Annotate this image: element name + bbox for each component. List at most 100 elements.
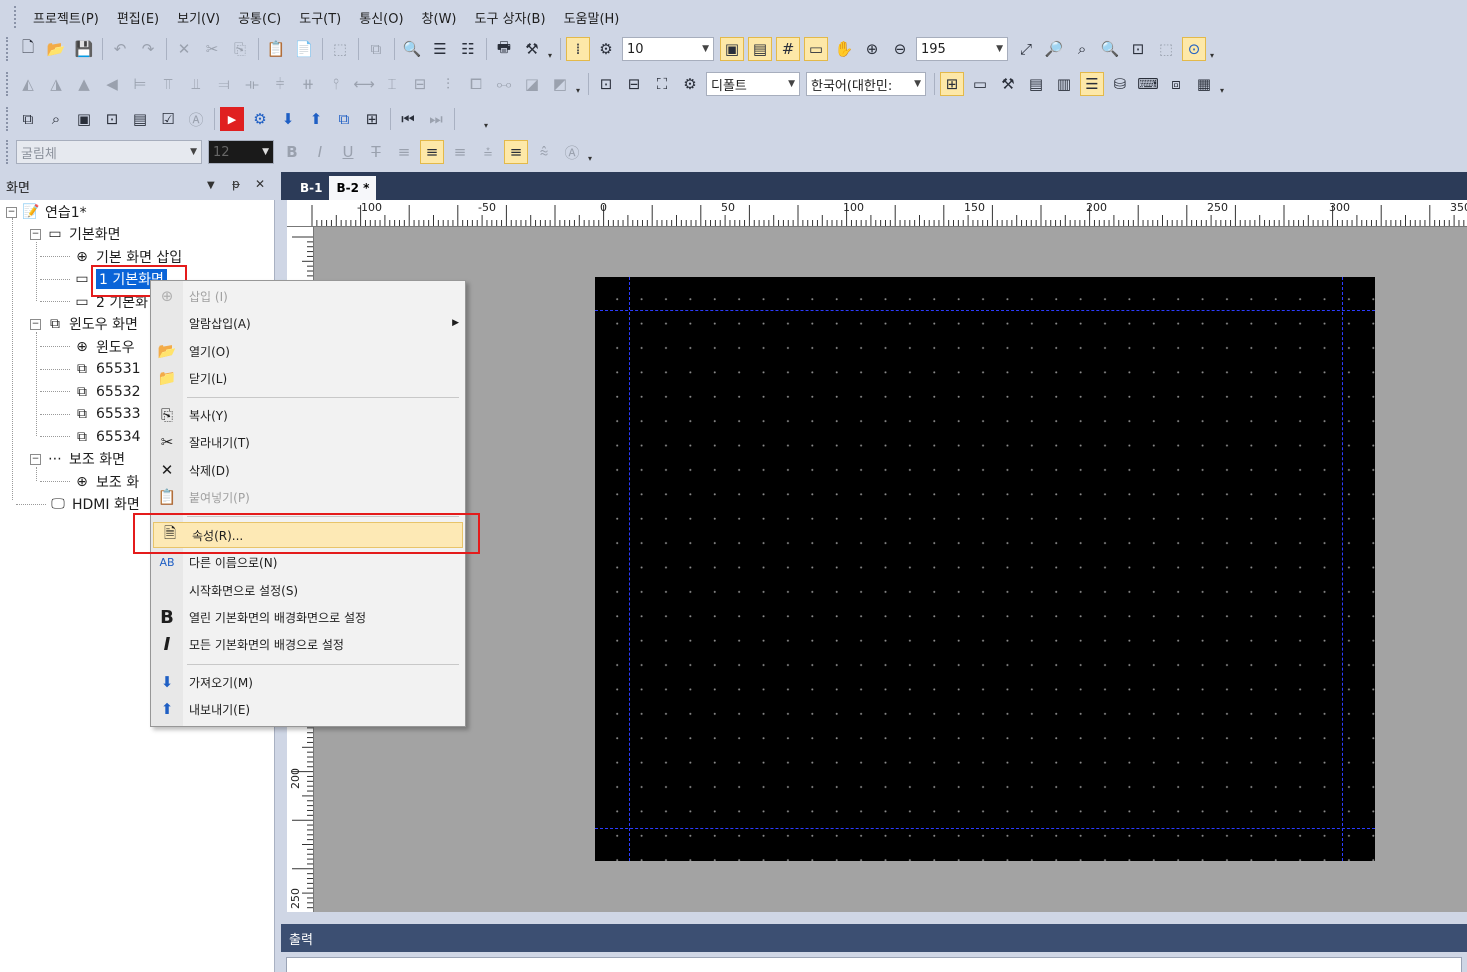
menu-item-close[interactable]: 📁 닫기(L) <box>151 365 465 391</box>
id-icon[interactable]: ⊡ <box>594 72 618 96</box>
underline-icon[interactable]: U <box>336 140 360 164</box>
toolbar-grip[interactable] <box>6 37 10 61</box>
table-icon[interactable]: ▦ <box>1192 72 1216 96</box>
first-page-icon[interactable]: ⏮ <box>396 107 420 131</box>
zoom-page-icon[interactable]: 🔍 <box>1098 37 1122 61</box>
paste-special-icon[interactable]: 📄 <box>292 37 316 61</box>
text-align-right-icon[interactable]: ≡ <box>448 140 472 164</box>
ungroup-icon[interactable]: ⧉ <box>364 37 388 61</box>
print-icon[interactable]: 🖶 <box>492 37 516 61</box>
menu-item-export[interactable]: ⬆ 내보내기(E) <box>151 696 465 722</box>
library-icon[interactable]: ⛁ <box>1108 72 1132 96</box>
menu-help[interactable]: 도움말(H) <box>555 8 629 27</box>
tool-settings-icon[interactable]: ⚒ <box>520 37 544 61</box>
undo-icon[interactable]: ↶ <box>108 37 132 61</box>
collapse-icon[interactable]: − <box>30 453 41 465</box>
toolbar-grip[interactable] <box>6 107 10 131</box>
italic-icon[interactable]: I <box>308 140 332 164</box>
zoom-out-icon[interactable]: ⊖ <box>888 37 912 61</box>
menu-item-import[interactable]: ⬇ 가져오기(M) <box>151 669 465 695</box>
panel-close-icon[interactable]: ✕ <box>255 177 265 191</box>
group-icon[interactable]: ⬚ <box>328 37 352 61</box>
object-search-icon[interactable]: ⌕ <box>44 107 68 131</box>
bold-icon[interactable]: B <box>280 140 304 164</box>
tree-sub-screens[interactable]: − ⋯ 보조 화면 <box>30 448 125 470</box>
backward-icon[interactable]: ◩ <box>548 72 572 96</box>
distribute-h-icon[interactable]: ⧺ <box>296 72 320 96</box>
same-size-icon[interactable]: ⊟ <box>408 72 432 96</box>
multi-view-icon[interactable]: ⊞ <box>360 107 384 131</box>
same-height-icon[interactable]: ⌶ <box>380 72 404 96</box>
script-icon[interactable]: ⧈ <box>1164 72 1188 96</box>
align-left-icon[interactable]: ⊨ <box>128 72 152 96</box>
cut-icon[interactable]: ✂ <box>200 37 224 61</box>
tree-hdmi-screen[interactable]: 🖵 HDMI 화면 <box>48 493 139 515</box>
menubar-grip[interactable] <box>14 6 18 28</box>
upload-icon[interactable]: ⬆ <box>304 107 328 131</box>
tab-b2[interactable]: B-2 * <box>329 176 377 200</box>
menu-item-set-bg-open[interactable]: B 열린 기본화면의 배경화면으로 설정 <box>151 604 465 630</box>
dropdown-arrow-icon[interactable]: ▾ <box>548 51 552 60</box>
paste-icon[interactable]: 📋 <box>264 37 288 61</box>
menu-toolbox[interactable]: 도구 상자(B) <box>466 8 555 27</box>
bring-front-icon[interactable]: ⧠ <box>464 72 488 96</box>
open-folder-icon[interactable]: 📂 <box>44 37 68 61</box>
grid-settings-icon[interactable]: ⚙ <box>594 37 618 61</box>
align-left-triangle-icon[interactable]: ◭ <box>16 72 40 96</box>
text-align-bottom-icon[interactable]: ⩯ <box>532 140 556 164</box>
menu-item-paste[interactable]: 📋 붙여넣기(P) <box>151 484 465 510</box>
list-search-icon[interactable]: ☷ <box>456 37 480 61</box>
text-align-top-icon[interactable]: ⩮ <box>476 140 500 164</box>
zoom-area-icon[interactable]: ⬚ <box>1154 37 1178 61</box>
collapse-icon[interactable]: − <box>6 206 17 218</box>
font-combo[interactable]: 굴림체 ▼ <box>16 140 202 164</box>
last-page-icon[interactable]: ⏭ <box>424 107 448 131</box>
property-icon[interactable]: ▥ <box>1052 72 1076 96</box>
panel-dropdown-icon[interactable]: ▼ <box>207 180 215 191</box>
menu-comm[interactable]: 통신(O) <box>350 8 412 27</box>
find-icon[interactable]: 🔍 <box>400 37 424 61</box>
tag-icon[interactable]: ⛶ <box>650 72 674 96</box>
zoom-fit-icon[interactable]: ⤢ <box>1014 37 1038 61</box>
menu-item-copy[interactable]: ⎘ 복사(Y) <box>151 402 465 428</box>
align-center-v-icon[interactable]: ⫩ <box>268 72 292 96</box>
screen-icon[interactable]: ▭ <box>968 72 992 96</box>
redo-icon[interactable]: ↷ <box>136 37 160 61</box>
tree-window-65533[interactable]: ⧉ 65533 <box>72 403 141 425</box>
menu-item-set-bg-all[interactable]: I 모든 기본화면의 배경으로 설정 <box>151 631 465 657</box>
document-icon[interactable]: ▤ <box>128 107 152 131</box>
hand-pan-icon[interactable]: ✋ <box>832 37 856 61</box>
tag-settings-icon[interactable]: ⚙ <box>678 72 702 96</box>
menu-view[interactable]: 보기(V) <box>168 8 229 27</box>
device-icon[interactable]: ⊟ <box>622 72 646 96</box>
font-size-combo[interactable]: 12 ▼ <box>208 140 274 164</box>
align-right-triangle-icon[interactable]: ▲ <box>72 72 96 96</box>
tree-window-screens[interactable]: − ⧉ 윈도우 화면 <box>30 313 138 335</box>
dropdown-arrow-icon[interactable]: ▾ <box>588 154 592 163</box>
send-back-icon[interactable]: ⧟ <box>492 72 516 96</box>
pin-icon[interactable]: ᵽ <box>232 177 240 191</box>
tree-insert-sub[interactable]: ⊕ 보조 화 <box>72 471 139 493</box>
ruler-icon[interactable]: ▭ <box>804 37 829 61</box>
tree-project[interactable]: − 📝 연습1* <box>6 201 87 223</box>
tree-base-screens[interactable]: − ▭ 기본화면 <box>30 223 121 245</box>
output-text-area[interactable] <box>286 957 1462 972</box>
zoom-window-icon[interactable]: ⌕ <box>1070 37 1094 61</box>
menu-tools[interactable]: 도구(T) <box>290 8 350 27</box>
copy-icon[interactable]: ⎘ <box>228 37 252 61</box>
zoom-100-icon[interactable]: 🔎 <box>1042 37 1066 61</box>
grid-lines-icon[interactable]: # <box>776 37 801 61</box>
toolbar-grip[interactable] <box>6 72 10 96</box>
output-window-icon[interactable]: ☰ <box>1080 72 1105 96</box>
comm-settings-icon[interactable]: ⚙ <box>248 107 272 131</box>
language-combo[interactable]: 한국어(대한민: ▼ <box>806 72 927 96</box>
collapse-icon[interactable]: − <box>30 318 41 330</box>
checklist-icon[interactable]: ☑ <box>156 107 180 131</box>
menu-item-set-start-screen[interactable]: 시작화면으로 설정(S) <box>151 577 465 603</box>
distribute-v-icon[interactable]: ⫯ <box>324 72 348 96</box>
tab-b1[interactable]: B-1 <box>293 176 329 200</box>
text-align-center-icon[interactable]: ≡ <box>420 140 444 164</box>
dropdown-arrow-icon[interactable]: ▾ <box>1210 51 1214 60</box>
toolbox-icon[interactable]: ⚒ <box>996 72 1020 96</box>
download-icon[interactable]: ⬇ <box>276 107 300 131</box>
